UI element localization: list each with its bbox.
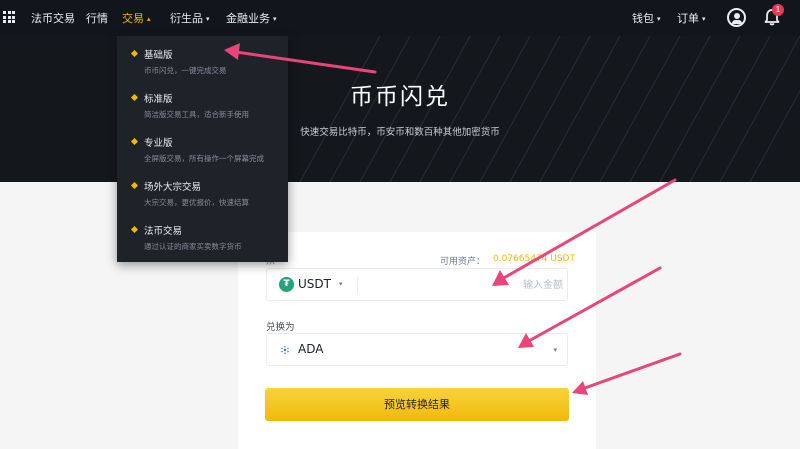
chevron-down-icon: ▾	[273, 15, 277, 23]
menu-item-desc: 全屏版交易，所有操作一个屏幕完成	[144, 154, 264, 163]
nav-derivatives[interactable]: 衍生品 ▾	[170, 10, 210, 26]
diamond-bullet-icon	[130, 225, 139, 234]
diamond-bullet-icon	[130, 49, 139, 58]
available-balance-value: 0.07665474 USDT	[493, 254, 575, 264]
to-label: 兑换为	[266, 322, 295, 333]
tether-icon: ₮	[279, 277, 294, 292]
chevron-up-icon: ▴	[147, 15, 151, 23]
to-coin-label: ADA	[298, 342, 324, 356]
notification-badge: 1	[772, 4, 784, 16]
chevron-down-icon: ▾	[553, 346, 557, 354]
nav-markets[interactable]: 行情	[86, 10, 108, 26]
to-coin-select[interactable]: ADA ▾	[266, 333, 568, 366]
nav-derivatives-label: 衍生品	[170, 12, 203, 25]
menu-item-standard[interactable]: 标准版 简洁版交易工具，适合新手使用	[117, 82, 288, 126]
menu-item-desc: 大宗交易，更优报价，快速结算	[144, 198, 249, 207]
top-nav: 法币交易 行情 交易 ▴ 衍生品 ▾ 金融业务 ▾ 钱包 ▾ 订单 ▾ 1	[0, 0, 800, 36]
cardano-icon	[281, 346, 289, 354]
nav-trade-label: 交易	[122, 12, 144, 25]
chevron-down-icon[interactable]: ▾	[339, 280, 343, 288]
menu-item-pro[interactable]: 专业版 全屏版交易，所有操作一个屏幕完成	[117, 126, 288, 170]
chevron-down-icon: ▾	[206, 15, 210, 23]
amount-input[interactable]	[363, 274, 563, 296]
menu-item-otc[interactable]: 场外大宗交易 大宗交易，更优报价，快速结算	[117, 170, 288, 214]
field-divider	[357, 277, 358, 293]
menu-item-title: 基础版	[144, 50, 173, 61]
available-balance-label: 可用资产：	[440, 257, 486, 267]
nav-trade[interactable]: 交易 ▴	[122, 10, 151, 26]
nav-fiat-trade[interactable]: 法币交易	[31, 10, 75, 26]
menu-item-fiat[interactable]: 法币交易 通过认证的商家买卖数字货币	[117, 214, 288, 258]
menu-item-title: 场外大宗交易	[144, 182, 202, 193]
nav-wallet[interactable]: 钱包 ▾	[632, 10, 661, 26]
from-coin-select[interactable]: USDT	[298, 277, 331, 291]
nav-orders[interactable]: 订单 ▾	[677, 10, 706, 26]
diamond-bullet-icon	[130, 93, 139, 102]
nav-finance-label: 金融业务	[226, 12, 270, 25]
chevron-down-icon: ▾	[657, 15, 661, 23]
menu-item-title: 专业版	[144, 138, 173, 149]
menu-item-title: 标准版	[144, 94, 173, 105]
diamond-bullet-icon	[130, 137, 139, 146]
diamond-bullet-icon	[130, 181, 139, 190]
user-avatar-icon[interactable]	[727, 8, 746, 27]
trade-dropdown-menu: 基础版 币币闪兑，一键完成交易 标准版 简洁版交易工具，适合新手使用 专业版 全…	[117, 36, 288, 262]
menu-item-desc: 简洁版交易工具，适合新手使用	[144, 110, 249, 119]
nav-finance[interactable]: 金融业务 ▾	[226, 10, 277, 26]
nav-orders-label: 订单	[677, 12, 699, 25]
from-coin-field: ₮ USDT ▾	[266, 268, 568, 301]
menu-item-desc: 通过认证的商家买卖数字货币	[144, 242, 242, 251]
menu-item-desc: 币币闪兑，一键完成交易	[144, 66, 227, 75]
apps-grid-icon[interactable]	[3, 11, 15, 23]
nav-wallet-label: 钱包	[632, 12, 654, 25]
chevron-down-icon: ▾	[702, 15, 706, 23]
menu-item-title: 法币交易	[144, 226, 183, 237]
preview-conversion-button[interactable]: 预览转换结果	[265, 388, 569, 421]
menu-item-basic[interactable]: 基础版 币币闪兑，一键完成交易	[117, 38, 288, 82]
